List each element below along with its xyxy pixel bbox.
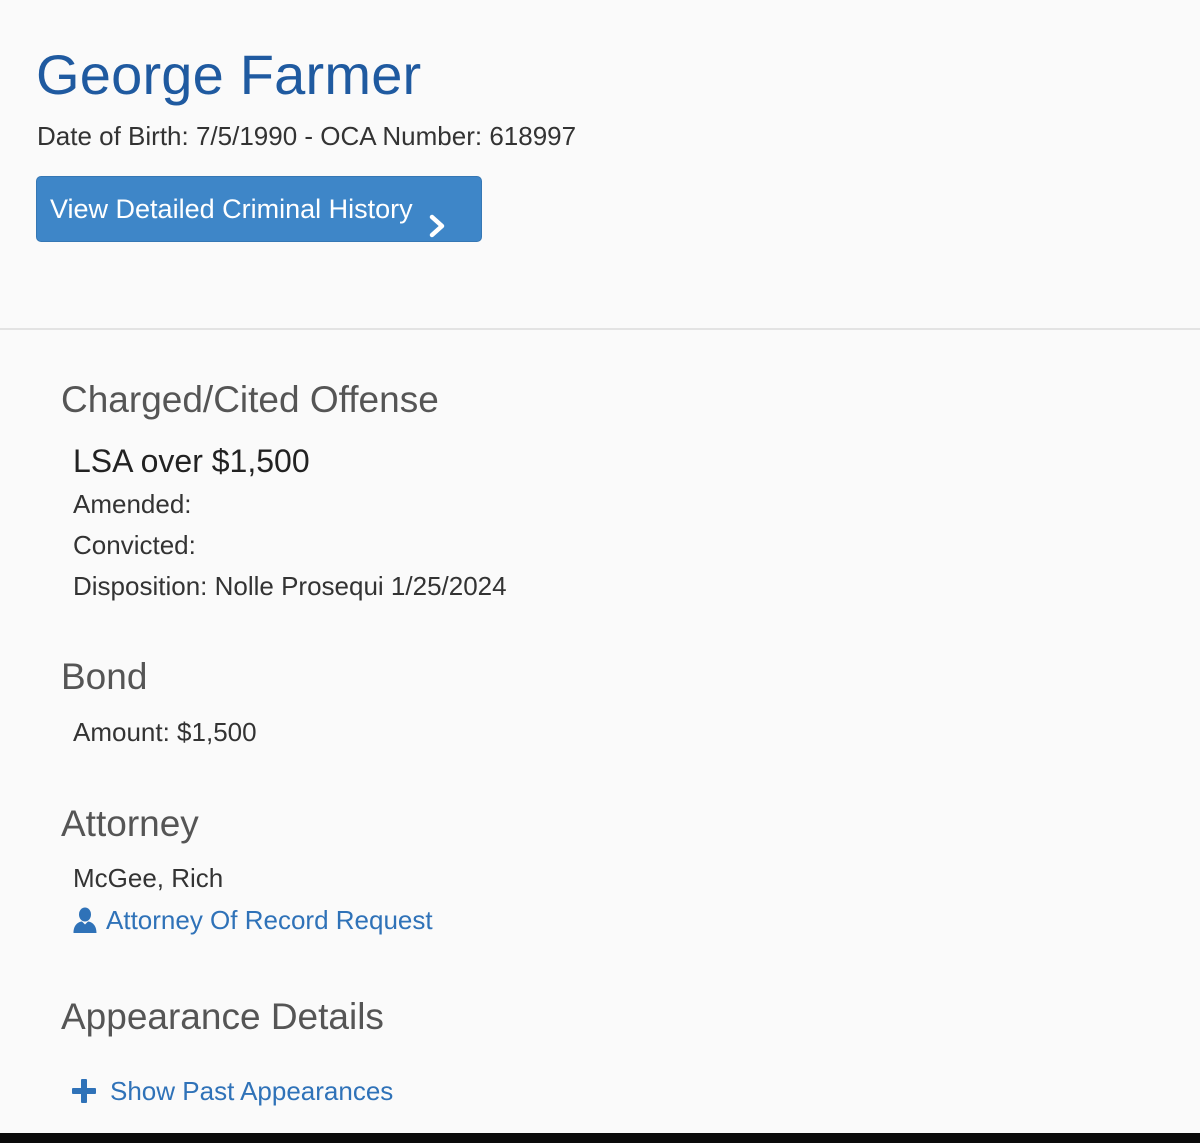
show-past-appearances-label: Show Past Appearances bbox=[110, 1076, 394, 1106]
history-button-label: View Detailed Criminal History bbox=[50, 194, 413, 224]
offense-convicted: Convicted: bbox=[73, 530, 196, 560]
show-past-appearances-link[interactable]: Show Past Appearances bbox=[72, 1075, 393, 1107]
attorney-name: McGee, Rich bbox=[73, 863, 224, 893]
offense-section-title: Charged/Cited Offense bbox=[61, 379, 439, 420]
offense-amended: Amended: bbox=[73, 489, 192, 519]
offense-name: LSA over $1,500 bbox=[73, 443, 310, 479]
page: George Farmer Date of Birth: 7/5/1990 - … bbox=[0, 0, 1200, 1143]
person-meta: Date of Birth: 7/5/1990 - OCA Number: 61… bbox=[37, 121, 577, 151]
person-header: George Farmer Date of Birth: 7/5/1990 - … bbox=[0, 0, 1200, 330]
attorney-of-record-request-link[interactable]: Attorney Of Record Request bbox=[73, 904, 433, 936]
appearance-section-title: Appearance Details bbox=[61, 996, 384, 1037]
offense-disposition: Disposition: Nolle Prosequi 1/25/2024 bbox=[73, 571, 507, 601]
chevron-right-icon bbox=[427, 197, 447, 238]
person-name: George Farmer bbox=[36, 43, 422, 106]
plus-icon bbox=[72, 1079, 96, 1103]
view-detailed-criminal-history-button[interactable]: View Detailed Criminal History bbox=[36, 176, 482, 242]
case-details: Charged/Cited Offense LSA over $1,500 Am… bbox=[0, 330, 1200, 1133]
bond-section-title: Bond bbox=[61, 656, 148, 697]
attorney-of-record-request-label: Attorney Of Record Request bbox=[106, 905, 433, 935]
bond-amount: Amount: $1,500 bbox=[73, 717, 257, 747]
bottom-edge-bar bbox=[0, 1133, 1200, 1143]
attorney-section-title: Attorney bbox=[61, 803, 199, 844]
user-icon bbox=[73, 907, 97, 933]
